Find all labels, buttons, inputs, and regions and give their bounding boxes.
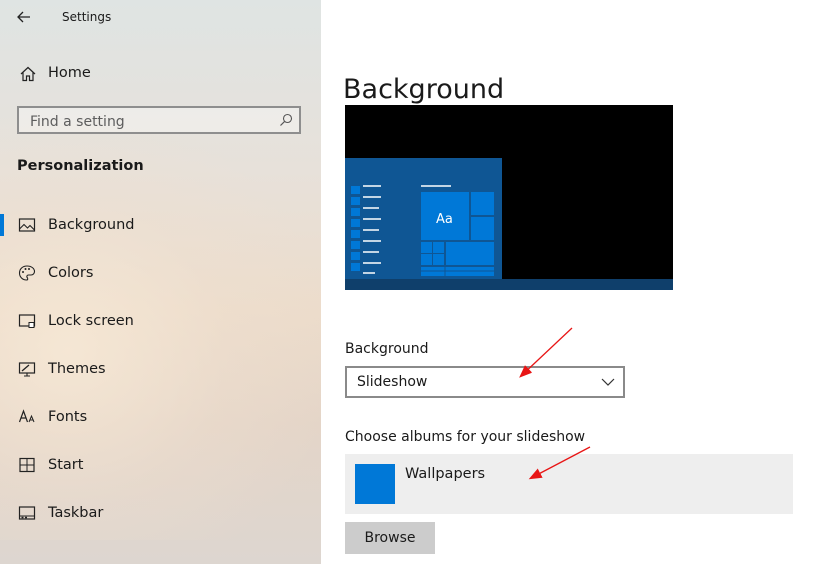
background-field-label: Background xyxy=(345,341,429,357)
preview-taskbar xyxy=(345,279,673,290)
sidebar-item-lock-screen[interactable]: Lock screen xyxy=(0,298,321,344)
desktop-preview: Aa xyxy=(345,105,673,290)
albums-label: Choose albums for your slideshow xyxy=(345,429,586,445)
fonts-icon xyxy=(18,409,35,423)
app-title: Settings xyxy=(62,10,112,24)
title-bar: Settings xyxy=(0,0,321,36)
sidebar-item-label: Taskbar xyxy=(48,505,104,521)
start-icon xyxy=(19,457,35,473)
sidebar-item-home[interactable]: Home xyxy=(0,58,321,90)
browse-button[interactable]: Browse xyxy=(345,522,435,554)
album-item[interactable]: Wallpapers xyxy=(345,454,793,514)
search-input[interactable] xyxy=(28,111,272,133)
section-title: Personalization xyxy=(17,158,144,174)
sidebar-item-fonts[interactable]: Fonts xyxy=(0,394,321,440)
main-content: Background Aa Background Slideshow Choos… xyxy=(321,0,838,564)
page-title: Background xyxy=(343,74,505,106)
lock-screen-icon xyxy=(18,314,36,328)
selection-indicator xyxy=(0,214,4,236)
home-icon xyxy=(20,66,36,82)
sidebar-item-taskbar[interactable]: Taskbar xyxy=(0,490,321,536)
preview-illustration: Aa xyxy=(345,105,673,290)
background-dropdown-value: Slideshow xyxy=(357,374,428,390)
sidebar-item-label: Start xyxy=(48,457,84,473)
back-button[interactable] xyxy=(10,5,38,29)
sidebar: Settings Home Personalization Background xyxy=(0,0,321,564)
search-box[interactable] xyxy=(17,106,301,134)
sidebar-item-label: Themes xyxy=(48,361,106,377)
album-thumbnail xyxy=(355,464,395,504)
back-arrow-icon xyxy=(17,11,30,23)
home-label: Home xyxy=(48,65,91,81)
sidebar-item-background[interactable]: Background xyxy=(0,202,321,248)
sidebar-item-label: Fonts xyxy=(48,409,88,425)
taskbar-icon xyxy=(18,506,36,520)
preview-tiles xyxy=(421,192,494,276)
sidebar-item-label: Background xyxy=(48,217,135,233)
sidebar-item-label: Lock screen xyxy=(48,313,134,329)
sidebar-item-colors[interactable]: Colors xyxy=(0,250,321,296)
themes-icon xyxy=(18,362,36,377)
album-name: Wallpapers xyxy=(405,466,486,482)
search-icon[interactable] xyxy=(279,113,293,127)
background-dropdown[interactable]: Slideshow xyxy=(345,366,625,398)
sidebar-item-themes[interactable]: Themes xyxy=(0,346,321,392)
sidebar-item-label: Colors xyxy=(48,265,94,281)
palette-icon xyxy=(18,265,36,281)
chevron-down-icon xyxy=(601,378,615,386)
sidebar-item-start[interactable]: Start xyxy=(0,442,321,488)
preview-tile-label: Aa xyxy=(436,212,453,227)
picture-icon xyxy=(18,218,36,232)
